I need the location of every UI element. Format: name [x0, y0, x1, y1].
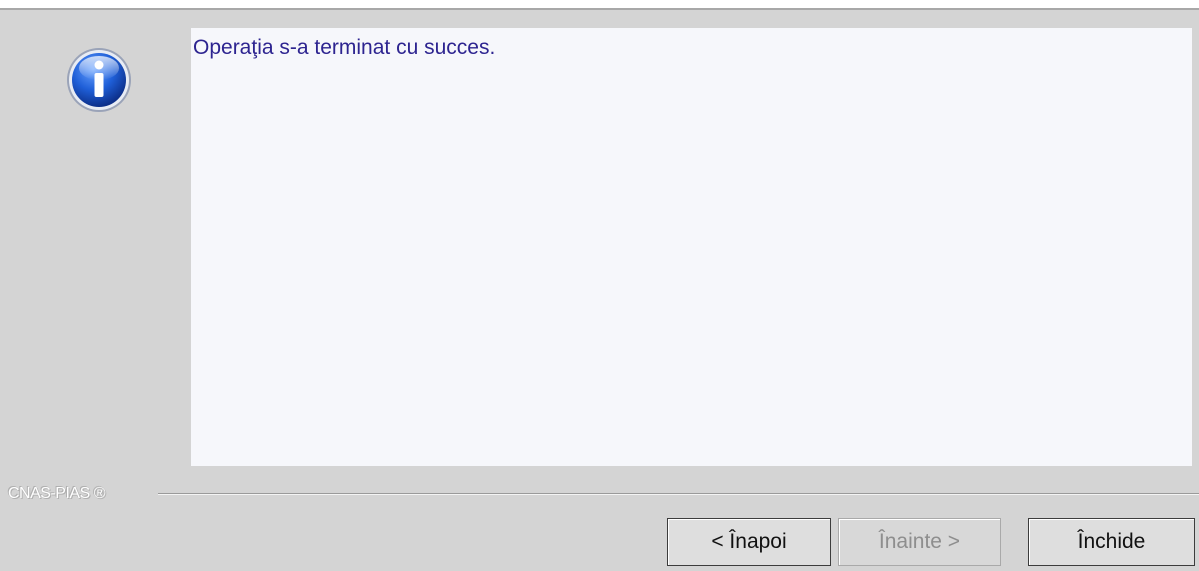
top-border — [0, 0, 1199, 8]
top-divider — [0, 8, 1199, 10]
info-icon — [65, 46, 133, 114]
brand-divider — [158, 493, 1199, 495]
close-button[interactable]: Închide — [1028, 518, 1195, 566]
message-text: Operaţia s-a terminat cu succes. — [193, 36, 496, 59]
brand-label: CNAS-PIAS ® — [8, 485, 105, 502]
next-button[interactable]: Înainte > — [838, 518, 1001, 566]
dialog-window: Operaţia s-a terminat cu succes. CNAS-PI… — [0, 0, 1199, 571]
back-button[interactable]: < Înapoi — [667, 518, 831, 566]
message-panel: Operaţia s-a terminat cu succes. — [191, 28, 1192, 466]
